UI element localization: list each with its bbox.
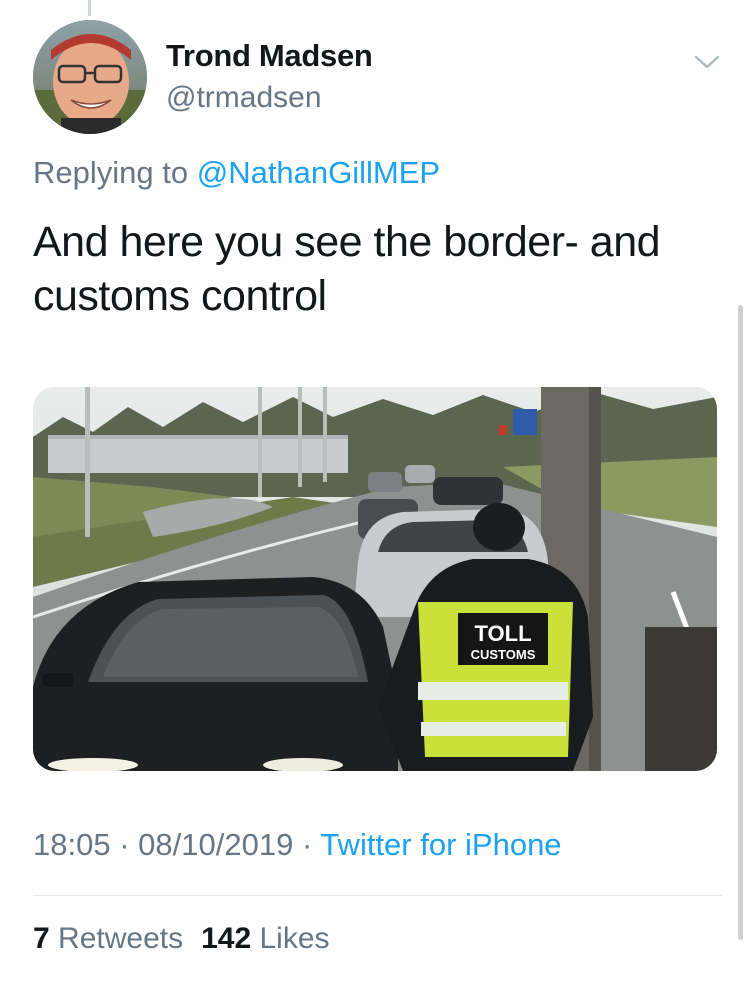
vest-label-customs: CUSTOMS bbox=[471, 647, 536, 662]
reply-prefix: Replying to bbox=[33, 155, 189, 190]
meta-separator: · bbox=[301, 827, 313, 862]
tweet-date: 08/10/2019 bbox=[138, 827, 294, 862]
likes-stat[interactable]: 142 Likes bbox=[201, 922, 329, 955]
avatar[interactable] bbox=[33, 20, 147, 134]
likes-count: 142 bbox=[201, 922, 252, 955]
retweets-label: Retweets bbox=[58, 922, 184, 955]
scrollbar[interactable] bbox=[738, 305, 743, 940]
tweet-stats: 7 Retweets 142 Likes bbox=[33, 922, 330, 956]
tweet-source-link[interactable]: Twitter for iPhone bbox=[320, 827, 561, 862]
chevron-down-icon[interactable] bbox=[693, 50, 721, 72]
tweet-time: 18:05 bbox=[33, 827, 111, 862]
retweets-stat[interactable]: 7 Retweets bbox=[33, 922, 183, 955]
author-handle[interactable]: @trmadsen bbox=[166, 81, 322, 115]
reply-context: Replying to @NathanGillMEP bbox=[33, 155, 440, 191]
likes-label: Likes bbox=[259, 922, 330, 955]
reply-mention-link[interactable]: @NathanGillMEP bbox=[197, 155, 440, 190]
vest-label-toll: TOLL bbox=[474, 621, 531, 646]
retweets-count: 7 bbox=[33, 922, 50, 955]
tweet-text: And here you see the border- and customs… bbox=[33, 218, 661, 320]
author-name[interactable]: Trond Madsen bbox=[166, 38, 373, 74]
thread-connector-line bbox=[88, 0, 91, 16]
stats-divider bbox=[33, 895, 722, 896]
tweet-photo[interactable]: TOLL CUSTOMS bbox=[33, 387, 717, 771]
meta-separator: · bbox=[119, 827, 130, 862]
tweet-meta: 18:05 · 08/10/2019 · Twitter for iPhone bbox=[33, 827, 562, 863]
